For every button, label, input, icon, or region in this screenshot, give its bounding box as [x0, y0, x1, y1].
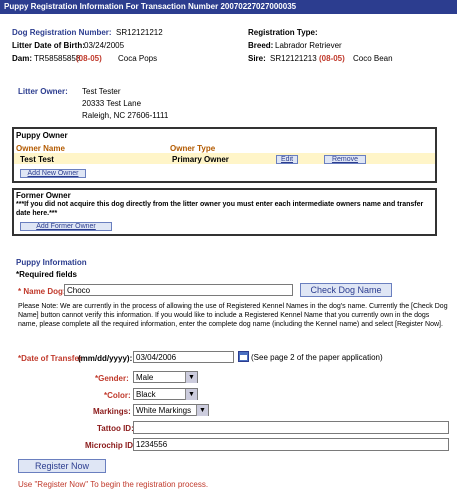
markings-value: White Markings: [136, 406, 192, 415]
dam-number: TR58585858: [34, 54, 81, 63]
transfer-date-input[interactable]: 03/04/2006: [133, 351, 234, 363]
add-new-owner-button[interactable]: Add New Owner: [20, 169, 86, 178]
dam-label: Dam:: [12, 54, 33, 63]
litter-dob-label: Litter Date of Birth:: [12, 41, 85, 50]
owner-type-header: Owner Type: [170, 144, 216, 153]
color-value: Black: [136, 390, 156, 399]
please-note-text: Please Note: We are currently in the pro…: [18, 303, 448, 328]
edit-owner-button[interactable]: Edit: [276, 155, 298, 164]
chevron-down-icon[interactable]: ▼: [185, 372, 197, 383]
register-now-button[interactable]: Register Now: [18, 459, 106, 473]
dam-name: Coca Pops: [118, 54, 158, 63]
chevron-down-icon[interactable]: ▼: [196, 405, 208, 416]
remove-owner-button[interactable]: Remove: [324, 155, 366, 164]
puppy-info-title: Puppy Information: [16, 258, 87, 267]
gender-value: Male: [136, 373, 154, 382]
sire-code: (08-05): [319, 54, 345, 63]
markings-label: Markings:: [93, 407, 131, 416]
dog-name-input[interactable]: Choco: [64, 284, 293, 296]
puppy-owner-title: Puppy Owner: [16, 131, 68, 140]
litter-owner-name: Test Tester: [82, 87, 121, 96]
color-label: *Color:: [104, 391, 131, 400]
register-footer-note: Use "Register Now" To begin the registra…: [18, 480, 209, 489]
litter-owner-address1: 20333 Test Lane: [82, 99, 142, 108]
sire-name: Coco Bean: [353, 54, 393, 63]
breed-value: Labrador Retriever: [275, 41, 342, 50]
add-former-owner-button[interactable]: Add Former Owner: [20, 222, 112, 231]
reg-number-value: SR12121212: [116, 28, 163, 37]
owner-row-name: Test Test: [20, 155, 54, 164]
former-owner-note: ***If you did not acquire this dog direc…: [16, 201, 424, 217]
litter-owner-label: Litter Owner:: [18, 87, 68, 96]
sire-number: SR12121213: [270, 54, 317, 63]
breed-label: Breed:: [248, 41, 274, 50]
tattoo-label: Tattoo ID:: [97, 424, 134, 433]
transfer-date-format: (mm/dd/yyyy):: [78, 354, 133, 363]
reg-type-label: Registration Type:: [248, 28, 318, 37]
litter-owner-address2: Raleigh, NC 27606-1111: [82, 111, 169, 120]
dog-name-label: * Name Dog:: [18, 287, 66, 296]
microchip-label: Microchip ID:: [85, 441, 136, 450]
transfer-date-hint: (See page 2 of the paper application): [251, 353, 383, 362]
chevron-down-icon[interactable]: ▼: [185, 389, 197, 400]
check-dog-name-button[interactable]: Check Dog Name: [300, 283, 392, 297]
gender-select[interactable]: Male ▼: [133, 371, 198, 383]
color-select[interactable]: Black ▼: [133, 388, 198, 400]
tattoo-input[interactable]: [133, 421, 449, 434]
page-title: Puppy Registration Information For Trans…: [0, 0, 457, 14]
markings-select[interactable]: White Markings ▼: [133, 404, 209, 416]
microchip-input[interactable]: 1234556: [133, 438, 449, 451]
calendar-icon[interactable]: [238, 351, 249, 362]
gender-label: *Gender:: [95, 374, 129, 383]
owner-row-type: Primary Owner: [172, 155, 229, 164]
sire-label: Sire:: [248, 54, 266, 63]
dam-code: (08-05): [76, 54, 102, 63]
required-fields-note: *Required fields: [16, 270, 77, 279]
owner-name-header: Owner Name: [16, 144, 65, 153]
transfer-date-label: *Date of Transfer: [18, 354, 83, 363]
former-owner-title: Former Owner: [16, 191, 71, 200]
litter-dob-value: 03/24/2005: [84, 41, 125, 50]
reg-number-label: Dog Registration Number:: [12, 28, 112, 37]
